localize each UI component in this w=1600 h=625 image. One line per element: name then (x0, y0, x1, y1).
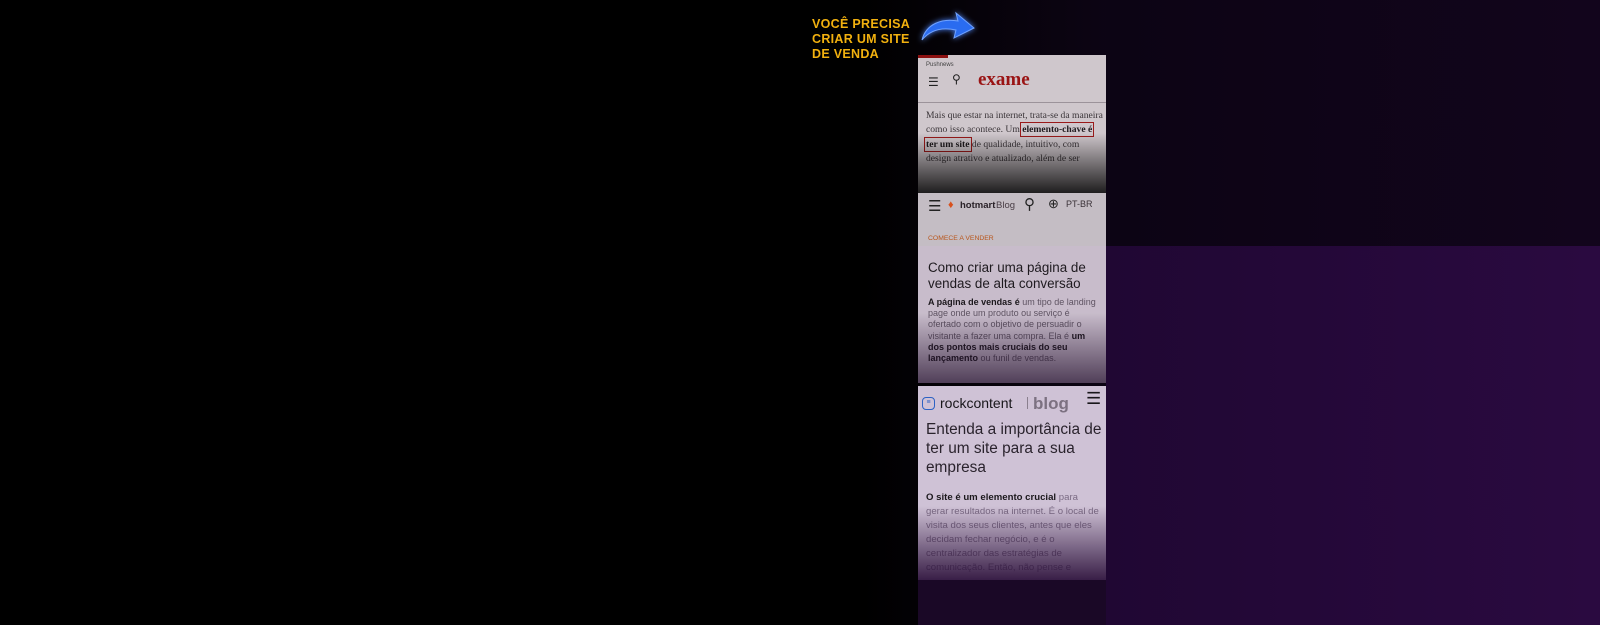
column-bottom-fill (918, 580, 1106, 625)
hamburger-icon[interactable]: ☰ (928, 197, 941, 215)
hotmart-article-card[interactable]: ☰ ♦ hotmart Blog ⚲ ⊕ PT-BR COMECE A VEND… (918, 193, 1106, 383)
hotmart-body-bold-1: A página de vendas é (928, 297, 1020, 307)
headline-text: VOCÊ PRECISA CRIAR UM SITE DE VENDA (812, 17, 911, 61)
exame-article-card[interactable]: Pushnews ☰ ⚲ exame Mais que estar na int… (918, 55, 1106, 193)
rockcontent-logo: rockcontent (940, 395, 1013, 411)
rockcontent-article-title: Entenda a importância de ter um site par… (926, 421, 1102, 476)
background-right-bottom (1106, 246, 1600, 625)
hotmart-blog-label: Blog (996, 200, 1016, 211)
exame-accent-bar (918, 55, 948, 58)
curved-arrow-icon (921, 11, 975, 41)
rockcontent-body-text: para gerar resultados na internet. É o l… (926, 492, 1099, 574)
rockcontent-body-bold: O site é um elemento crucial (926, 492, 1057, 503)
hotmart-logo: hotmart (960, 200, 996, 211)
exame-source-tag: Pushnews (926, 62, 954, 68)
exame-article-body: Mais que estar na internet, trata-se da … (923, 109, 1104, 166)
globe-icon[interactable]: ⊕ (1048, 196, 1059, 212)
rockcontent-article-card[interactable]: ≡ rockcontent blog ☰ Entenda a importânc… (918, 386, 1106, 580)
hotmart-body-text-2: ou funil de vendas. (978, 353, 1057, 364)
hamburger-icon[interactable]: ☰ (928, 75, 939, 89)
rockcontent-blog-label: blog (1033, 394, 1069, 413)
hotmart-article-body: A página de vendas é um tipo de landing … (928, 297, 1100, 364)
logo-separator (1027, 397, 1028, 409)
rockcontent-logo-icon: ≡ (922, 397, 935, 410)
hotmart-article-title: Como criar uma página de vendas de alta … (928, 260, 1086, 291)
search-icon[interactable]: ⚲ (952, 72, 961, 86)
rockcontent-article-body: O site é um elemento crucial para gerar … (926, 491, 1102, 576)
flame-icon: ♦ (948, 199, 954, 211)
hotmart-kicker[interactable]: COMECE A VENDER (928, 235, 994, 242)
hamburger-icon[interactable]: ☰ (1086, 389, 1101, 409)
exame-logo: exame (978, 69, 1030, 90)
background-right-top (1106, 0, 1600, 246)
search-icon[interactable]: ⚲ (1024, 195, 1035, 213)
divider (918, 102, 1106, 103)
language-selector[interactable]: PT-BR (1066, 199, 1093, 209)
